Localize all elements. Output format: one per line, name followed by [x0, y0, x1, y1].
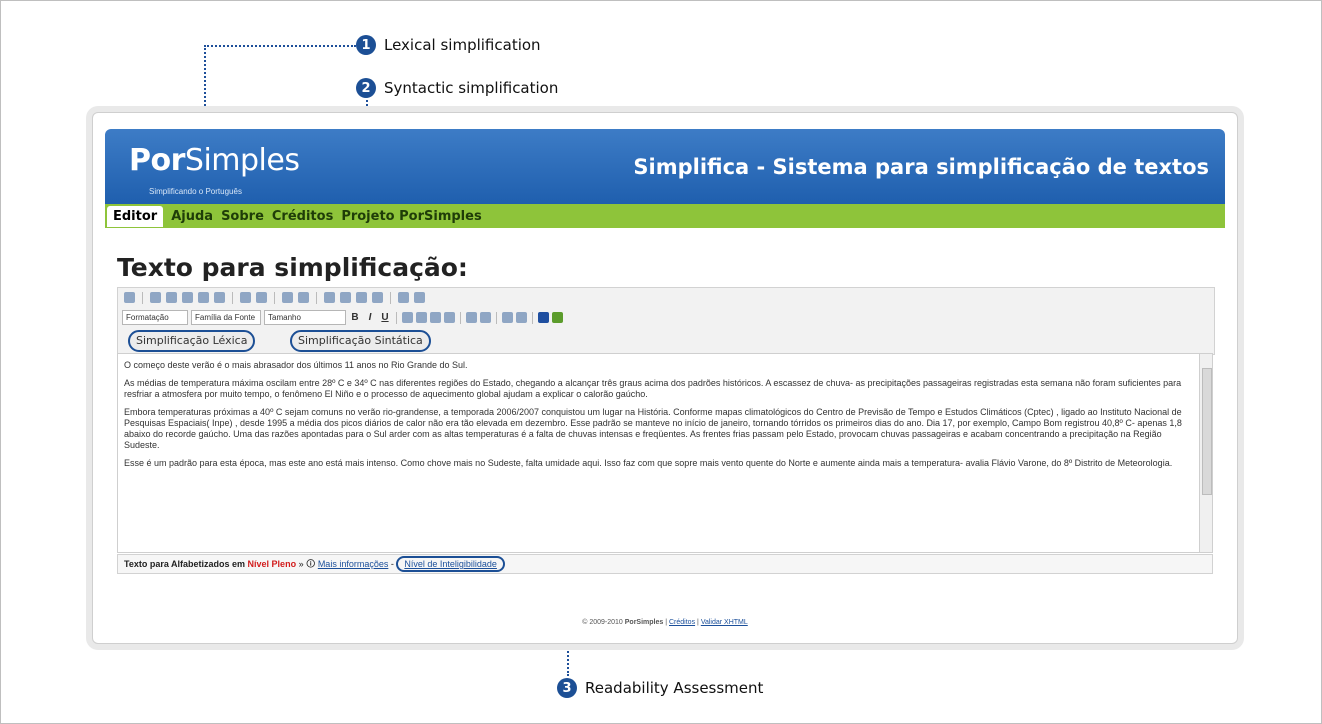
- callout-1-line-h: [204, 45, 356, 47]
- footer-separator: |: [665, 619, 668, 626]
- credits-link[interactable]: Créditos: [669, 619, 695, 626]
- redo-icon[interactable]: [298, 292, 309, 303]
- callout-label-1: Lexical simplification: [384, 36, 541, 54]
- nav-editor[interactable]: Editor: [107, 205, 164, 227]
- intelligibility-level-link[interactable]: Nível de Inteligibilidade: [404, 559, 497, 569]
- toolbar-separator: [316, 292, 317, 304]
- intelligibility-level-button[interactable]: Nível de Inteligibilidade: [396, 556, 505, 572]
- link-icon[interactable]: [324, 292, 335, 303]
- status-bar: Texto para Alfabetizados em Nível Pleno …: [117, 554, 1213, 574]
- anchor-icon[interactable]: [356, 292, 367, 303]
- paste-icon[interactable]: [182, 292, 193, 303]
- toolbar-row-1: [124, 292, 425, 304]
- find-icon[interactable]: [240, 292, 251, 303]
- callout-number-3: 3: [557, 678, 577, 698]
- paste-word-icon[interactable]: [214, 292, 225, 303]
- callout-number-1: 1: [356, 35, 376, 55]
- align-right-icon[interactable]: [430, 312, 441, 323]
- more-info-link[interactable]: Mais informações: [318, 559, 389, 569]
- align-center-icon[interactable]: [416, 312, 427, 323]
- indent-icon[interactable]: [516, 312, 527, 323]
- toolbar-separator: [232, 292, 233, 304]
- font-size-select[interactable]: Tamanho: [264, 310, 346, 325]
- tab-simplificacao-lexica[interactable]: Simplificação Léxica: [128, 330, 256, 352]
- status-separator: -: [390, 559, 394, 569]
- logo-tagline: Simplificando o Português: [149, 187, 242, 196]
- callout-number-2: 2: [356, 78, 376, 98]
- align-justify-icon[interactable]: [444, 312, 455, 323]
- underline-button[interactable]: U: [379, 312, 391, 323]
- toolbar-separator: [390, 292, 391, 304]
- tab-simplificacao-sintatica[interactable]: Simplificação Sintática: [290, 330, 431, 352]
- footer-brand: PorSimples: [624, 619, 664, 626]
- site-title: Simplifica - Sistema para simplificação …: [633, 155, 1209, 179]
- nav-projeto-porsimples[interactable]: Projeto PorSimples: [341, 209, 481, 224]
- toolbar-separator: [460, 311, 461, 324]
- logo-part-1: Por: [129, 143, 185, 178]
- browser-window: PorSimples Simplificando o Português Sim…: [92, 112, 1238, 644]
- replace-icon[interactable]: [256, 292, 267, 303]
- toolbar-row-2: Formatação Família da Fonte Tamanho B I …: [122, 310, 563, 325]
- site-header: PorSimples Simplificando o Português Sim…: [105, 129, 1225, 204]
- status-separator: »: [298, 559, 304, 569]
- footer: © 2009-2010 PorSimples | Créditos | Vali…: [93, 619, 1237, 626]
- info-icon: 🛈: [306, 559, 316, 569]
- callout-3: 3 Readability Assessment: [557, 678, 763, 698]
- horizontal-rule-icon[interactable]: [414, 292, 425, 303]
- validate-xhtml-link[interactable]: Validar XHTML: [701, 619, 748, 626]
- paragraph: As médias de temperatura máxima oscilam …: [124, 378, 1182, 399]
- scrollbar-thumb[interactable]: [1202, 368, 1212, 495]
- spellcheck-icon[interactable]: [398, 292, 409, 303]
- numbered-list-icon[interactable]: [480, 312, 491, 323]
- cut-icon[interactable]: [150, 292, 161, 303]
- italic-button[interactable]: I: [364, 312, 376, 323]
- toolbar-separator: [496, 311, 497, 324]
- status-prefix: Texto para Alfabetizados em: [124, 559, 246, 569]
- readability-level: Nível Pleno: [247, 559, 297, 569]
- copyright-text: © 2009-2010: [582, 619, 623, 626]
- logo-part-2: Simples: [184, 143, 300, 178]
- callout-2: 2 Syntactic simplification: [356, 78, 558, 98]
- undo-icon[interactable]: [282, 292, 293, 303]
- nav-sobre[interactable]: Sobre: [221, 209, 264, 224]
- text-color-icon[interactable]: [538, 312, 549, 323]
- callout-label-3: Readability Assessment: [585, 679, 764, 697]
- bold-button[interactable]: B: [349, 312, 361, 323]
- copy-icon[interactable]: [166, 292, 177, 303]
- nav-creditos[interactable]: Créditos: [272, 209, 333, 224]
- callout-label-2: Syntactic simplification: [384, 79, 559, 97]
- toolbar-separator: [274, 292, 275, 304]
- outdent-icon[interactable]: [502, 312, 513, 323]
- highlight-color-icon[interactable]: [552, 312, 563, 323]
- porsimples-logo[interactable]: PorSimples: [129, 143, 300, 178]
- unlink-icon[interactable]: [340, 292, 351, 303]
- toolbar-separator: [532, 311, 533, 324]
- paragraph: O começo deste verão é o mais abrasador …: [124, 360, 468, 370]
- editor-content[interactable]: O começo deste verão é o mais abrasador …: [117, 353, 1199, 553]
- paste-text-icon[interactable]: [198, 292, 209, 303]
- bulleted-list-icon[interactable]: [466, 312, 477, 323]
- page-title: Texto para simplificação:: [117, 253, 468, 282]
- toolbar-separator: [396, 311, 397, 324]
- footer-separator: |: [697, 619, 699, 626]
- format-select[interactable]: Formatação: [122, 310, 188, 325]
- editor-toolbar: Formatação Família da Fonte Tamanho B I …: [117, 287, 1215, 355]
- paragraph: Embora temperaturas próximas a 40º C sej…: [124, 407, 1182, 450]
- paragraph: Esse é um padrão para esta época, mas es…: [124, 458, 1173, 468]
- align-left-icon[interactable]: [402, 312, 413, 323]
- editor-scrollbar[interactable]: [1199, 353, 1213, 553]
- toolbar-separator: [142, 292, 143, 304]
- nav-ajuda[interactable]: Ajuda: [171, 209, 213, 224]
- font-family-select[interactable]: Família da Fonte: [191, 310, 261, 325]
- callout-1: 1 Lexical simplification: [356, 35, 541, 55]
- image-icon[interactable]: [372, 292, 383, 303]
- main-nav: Editor Ajuda Sobre Créditos Projeto PorS…: [105, 204, 1225, 228]
- new-document-icon[interactable]: [124, 292, 135, 303]
